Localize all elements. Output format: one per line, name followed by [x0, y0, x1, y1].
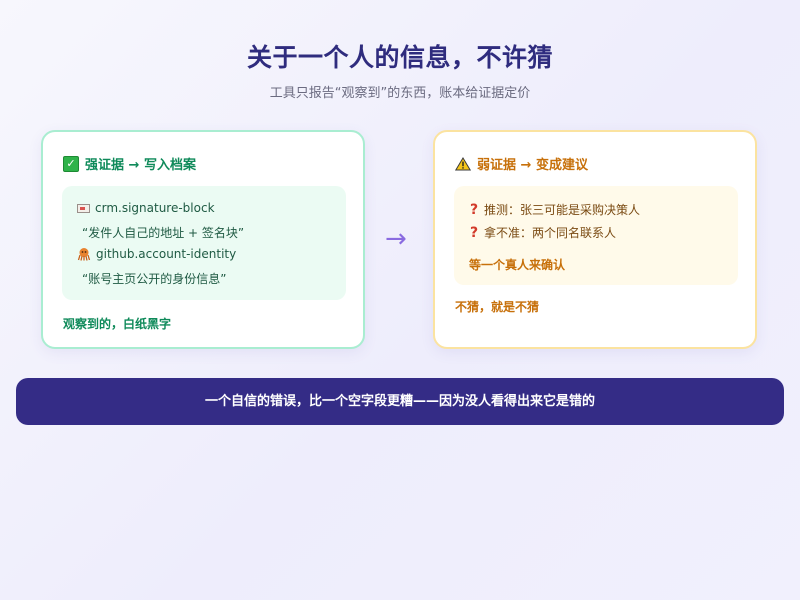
weak-evidence-heading: 弱证据 → 变成建议 — [455, 154, 588, 173]
weak-evidence-footer: 不猜，就是不猜 — [455, 300, 540, 314]
guess-item-label: 推测：张三可能是采购决策人 — [484, 203, 641, 217]
warning-icon — [455, 156, 471, 170]
right-arrow-icon: → — [385, 224, 407, 254]
check-mark-icon: ✓ — [63, 155, 79, 172]
weak-evidence-box: ? 推测：张三可能是采购决策人 ? 拿不准：两个同名联系人 等一个真人来确认 — [454, 186, 738, 285]
evidence-quote: “发件人自己的地址 + 签名块” — [82, 226, 245, 240]
page-subtitle: 工具只报告“观察到”的东西，账本给证据定价 — [269, 86, 531, 101]
strong-evidence-heading: ✓ 强证据 → 写入档案 — [63, 154, 196, 173]
strong-evidence-footer: 观察到的，白纸黑字 — [63, 317, 172, 331]
weak-evidence-heading-label: 弱证据 → 变成建议 — [477, 158, 588, 173]
evidence-quote: “账号主页公开的身份信息” — [82, 272, 227, 286]
email-icon — [77, 203, 90, 213]
evidence-source-item: github.account-identity — [77, 247, 236, 261]
guess-item: ? 推测：张三可能是采购决策人 — [469, 201, 640, 218]
evidence-source-item: crm.signature-block — [77, 201, 215, 215]
weak-evidence-card: 弱证据 → 变成建议 ? 推测：张三可能是采购决策人 ? 拿不准：两个同名联系人… — [433, 130, 757, 349]
weak-evidence-conclusion: 等一个真人来确认 — [469, 258, 566, 272]
guess-item: ? 拿不准：两个同名联系人 — [469, 224, 616, 241]
evidence-source-label: crm.signature-block — [95, 201, 215, 215]
guess-item-label: 拿不准：两个同名联系人 — [484, 226, 617, 240]
strong-evidence-heading-label: 强证据 → 写入档案 — [85, 158, 196, 173]
evidence-source-label: github.account-identity — [96, 247, 237, 261]
octopus-icon — [77, 248, 91, 261]
strong-evidence-card: ✓ 强证据 → 写入档案 crm.signature-block “发件人自己的… — [41, 130, 365, 349]
strong-evidence-box: crm.signature-block “发件人自己的地址 + 签名块” git… — [62, 186, 346, 300]
question-icon: ? — [469, 201, 479, 218]
question-icon: ? — [469, 224, 479, 241]
summary-banner: 一个自信的错误，比一个空字段更糟——因为没人看得出来它是错的 — [16, 378, 784, 425]
page-title: 关于一个人的信息，不许猜 — [246, 43, 553, 72]
